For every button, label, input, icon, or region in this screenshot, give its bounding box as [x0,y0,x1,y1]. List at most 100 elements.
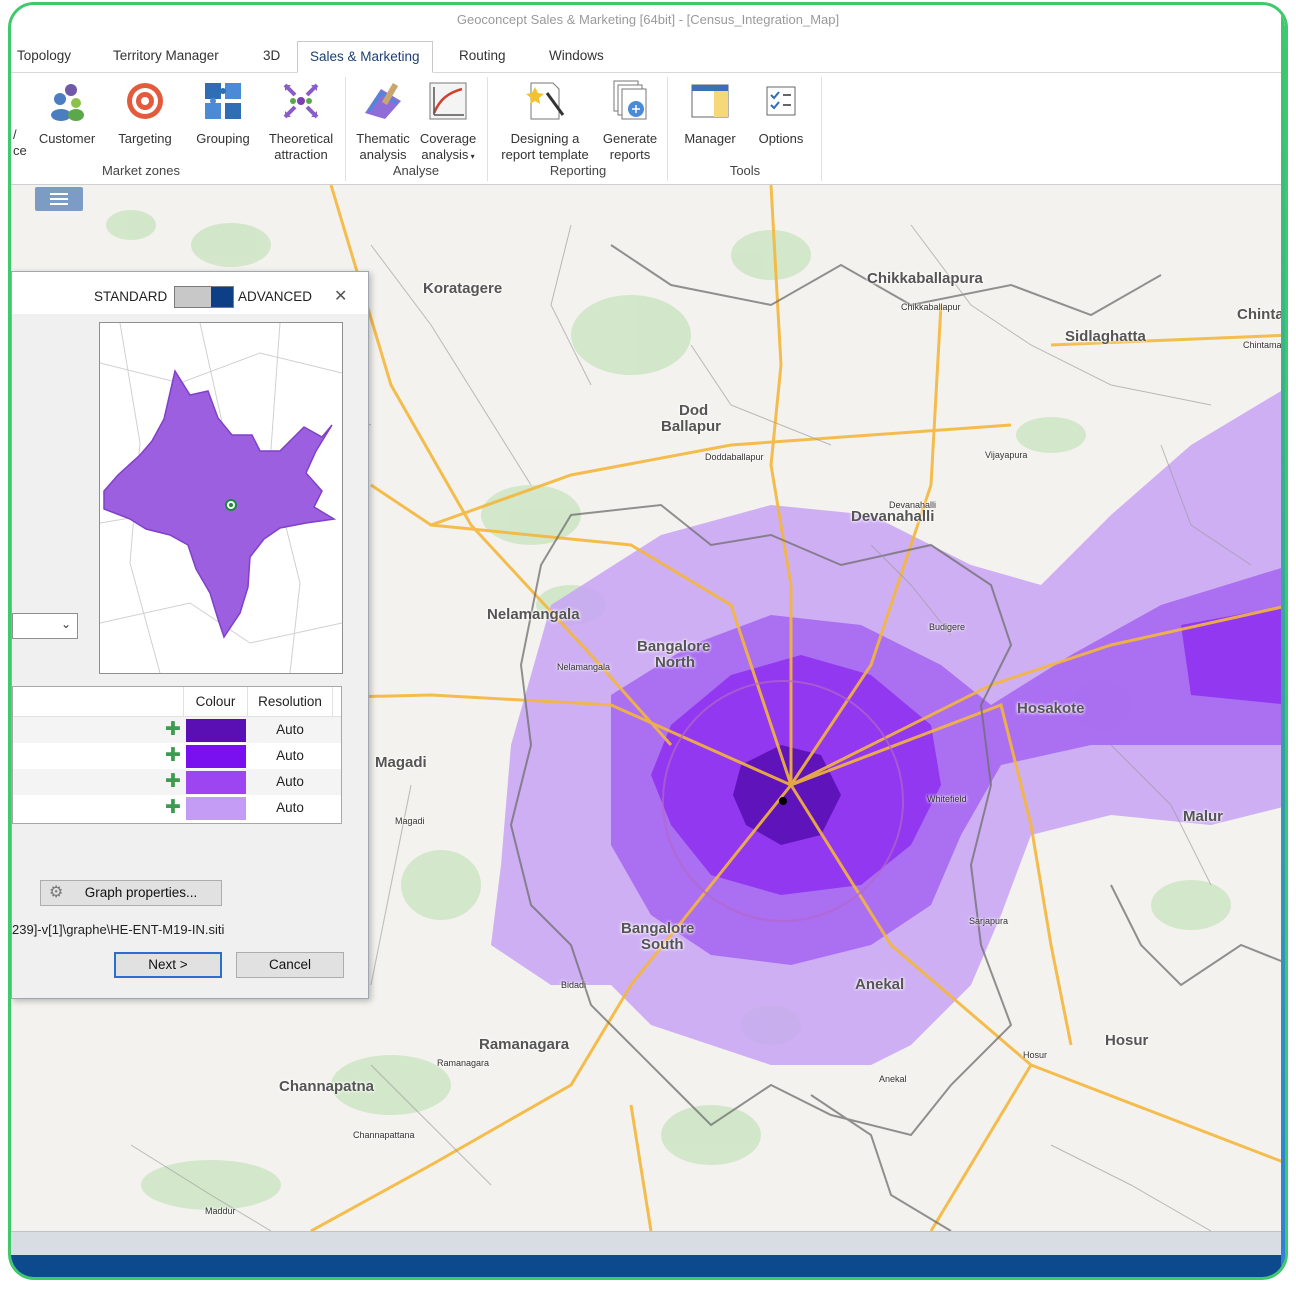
graph-properties-label: Graph properties... [84,885,198,900]
options-button[interactable]: Options [749,79,813,147]
designing-label: Designing a [510,131,580,146]
cancel-button[interactable]: Cancel [236,952,344,978]
place-label: Anekal [879,1074,907,1084]
tab-windows[interactable]: Windows [537,41,616,73]
colour-swatch[interactable] [186,771,246,794]
mode-toggle[interactable] [174,286,234,308]
manager-window-icon [691,84,729,118]
table-row[interactable]: ✚ Auto [13,795,341,821]
file-path: 239]-v[1]\graphe\HE-ENT-M19-IN.siti [12,922,225,937]
designing-label-2: report template [501,147,589,162]
thematic-label: Thematic [356,131,410,146]
place-label: Vijayapura [985,450,1028,460]
tab-3d[interactable]: 3D [251,41,292,73]
resolution-cell[interactable]: Auto [247,717,333,743]
group-label-reporting: Reporting [549,163,607,178]
place-label: Devanahalli [851,508,935,525]
plus-icon[interactable]: ✚ [165,772,181,792]
thematic-label-2: analysis [359,147,407,162]
colour-swatch[interactable] [186,745,246,768]
table-header: Colour Resolution [13,687,341,717]
thematic-analysis-button[interactable]: Thematic analysis [351,79,415,163]
toggle-knob [211,287,233,307]
coverage-chart-icon [429,82,467,120]
place-label: Sarjapura [969,916,1009,926]
coverage-analysis-button[interactable]: Coverage analysis ▾ [415,79,481,165]
place-label: Ballapur [661,418,722,435]
tab-sales-marketing[interactable]: Sales & Marketing [297,41,433,73]
ribbon-tabs: Topology Territory Manager 3D Sales & Ma… [11,37,1285,73]
attraction-label: attraction [274,147,328,162]
ribbon-separator [667,77,668,181]
manager-label: Manager [684,131,736,146]
targeting-button[interactable]: Targeting [113,79,177,147]
map-menu-button[interactable] [35,187,83,211]
generate-label: Generate [602,131,658,146]
close-icon[interactable]: ✕ [334,286,347,306]
grouping-button[interactable]: Grouping [189,79,257,147]
thematic-icon [365,82,401,119]
generate-label-2: reports [609,147,651,162]
place-label: Magadi [395,816,425,826]
footer-bar [11,1255,1285,1277]
place-label: Nelamangala [487,606,580,623]
place-label: Budigere [929,622,966,632]
resolution-cell[interactable]: Auto [247,795,333,821]
designing-report-template-button[interactable]: Designing a report template [493,79,597,163]
resolution-cell[interactable]: Auto [247,769,333,795]
generate-reports-icon [613,80,647,120]
plus-icon[interactable]: ✚ [165,746,181,766]
place-label: Chikkaballapur [901,302,961,312]
attraction-icon [283,83,319,119]
place-label: Dod [679,402,709,419]
puzzle-icon [205,83,241,119]
table-row[interactable]: ✚ Auto [13,717,341,743]
place-label: Bangalore [637,638,711,655]
place-label: Hosur [1105,1032,1149,1049]
colour-swatch[interactable] [186,797,246,820]
options-checklist-icon [766,86,796,116]
partial-ribbon-button[interactable]: / ce [13,127,27,159]
plus-icon[interactable]: ✚ [165,798,181,818]
table-row[interactable]: ✚ Auto [13,769,341,795]
mode-standard-label: STANDARD [94,289,168,304]
mode-advanced-label: ADVANCED [238,289,313,304]
next-button[interactable]: Next > [114,952,222,978]
manager-button[interactable]: Manager [675,79,745,147]
group-label-analyse: Analyse [392,163,440,178]
table-row[interactable]: ✚ Auto [13,743,341,769]
dialog-dropdown[interactable]: ⌄ [12,613,78,639]
ribbon-separator [821,77,822,181]
column-resolution: Resolution [247,687,333,717]
coverage-preview [99,322,343,674]
partial-label-1: / [13,127,17,142]
place-label: Hosakote [1017,700,1085,717]
ribbon-separator [487,77,488,181]
place-label: Bangalore [621,920,695,937]
title-bar: Geoconcept Sales & Marketing [64bit] - [… [11,5,1285,37]
tab-routing[interactable]: Routing [447,41,518,73]
map-view[interactable]: Koratagere Chikkaballapura Chikkaballapu… [11,185,1285,1231]
graph-properties-button[interactable]: ⚙ Graph properties... [40,880,222,906]
resolution-cell[interactable]: Auto [247,743,333,769]
place-label: Chintaman [1243,340,1285,350]
coverage-label: Coverage [419,131,477,146]
analysis-dialog: STANDARD ADVANCED ✕ ⌄ Colour Resolution … [11,271,369,999]
colour-swatch[interactable] [186,719,246,742]
options-label: Options [758,131,804,146]
targeting-label: Targeting [118,131,172,146]
place-label: Whitefield [927,794,967,804]
theoretical-attraction-button[interactable]: Theoretical attraction [261,79,341,163]
customer-icon [51,84,84,121]
customer-button[interactable]: Customer [35,79,99,147]
place-label: Channapatna [279,1078,375,1095]
place-label: Bidadi [561,980,587,990]
plus-icon[interactable]: ✚ [165,720,181,740]
app-window: Geoconcept Sales & Marketing [64bit] - [… [8,2,1288,1280]
tab-topology[interactable]: Topology [11,41,83,73]
place-label: North [655,654,695,671]
generate-reports-button[interactable]: Generate reports [597,79,663,163]
tab-territory-manager[interactable]: Territory Manager [101,41,231,73]
place-label: Hosur [1023,1050,1048,1060]
dropdown-arrow-icon: ▾ [468,152,475,161]
